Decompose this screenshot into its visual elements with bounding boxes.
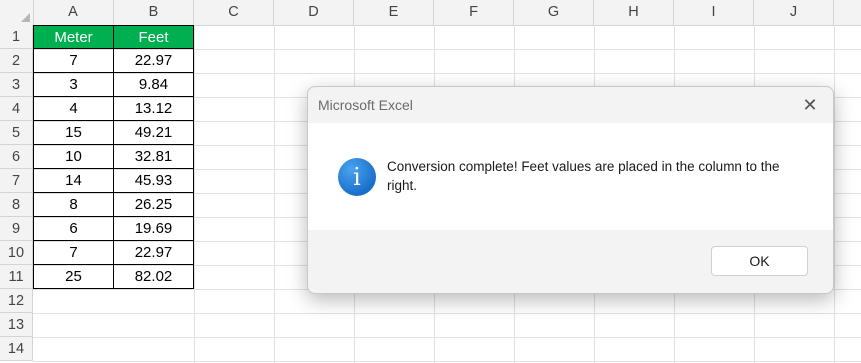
feet-cell[interactable]: 22.97 [114, 49, 194, 73]
row-header-8[interactable]: 8 [0, 193, 33, 217]
column-header-j[interactable]: J [754, 0, 834, 25]
row-header-14[interactable]: 14 [0, 337, 33, 361]
meter-cell[interactable]: 3 [33, 73, 114, 97]
select-all-icon [21, 13, 30, 22]
grid-line [33, 313, 861, 314]
feet-cell[interactable]: 45.93 [114, 169, 194, 193]
row-header-7[interactable]: 7 [0, 169, 33, 193]
feet-cell[interactable]: 32.81 [114, 145, 194, 169]
meter-cell[interactable]: 14 [33, 169, 114, 193]
feet-cell[interactable]: 22.97 [114, 241, 194, 265]
row-header-12[interactable]: 12 [0, 289, 33, 313]
meter-cell[interactable]: 4 [33, 97, 114, 121]
meter-cell[interactable]: 7 [33, 49, 114, 73]
meter-cell[interactable]: 15 [33, 121, 114, 145]
row-header-2[interactable]: 2 [0, 49, 33, 73]
feet-cell[interactable]: 9.84 [114, 73, 194, 97]
meter-cell[interactable]: 25 [33, 265, 114, 289]
feet-cell[interactable]: 13.12 [114, 97, 194, 121]
feet-cell[interactable]: 82.02 [114, 265, 194, 289]
meter-cell[interactable]: 6 [33, 217, 114, 241]
feet-cell[interactable]: 26.25 [114, 193, 194, 217]
dialog-body: i Conversion complete! Feet values are p… [308, 123, 833, 230]
column-header-b[interactable]: B [114, 0, 194, 25]
dialog-title: Microsoft Excel [318, 97, 413, 113]
feet-cell[interactable]: 49.21 [114, 121, 194, 145]
row-header-3[interactable]: 3 [0, 73, 33, 97]
dialog-message: Conversion complete! Feet values are pla… [387, 159, 780, 193]
meter-cell[interactable]: 8 [33, 193, 114, 217]
close-icon[interactable]: ✕ [799, 94, 821, 116]
meter-cell[interactable]: 7 [33, 241, 114, 265]
meter-cell[interactable]: 10 [33, 145, 114, 169]
message-dialog: Microsoft Excel ✕ i Conversion complete!… [307, 86, 834, 294]
header-cell-feet[interactable]: Feet [114, 25, 194, 49]
column-header-a[interactable]: A [33, 0, 114, 25]
row-header-9[interactable]: 9 [0, 217, 33, 241]
info-icon-glyph: i [353, 163, 361, 191]
ok-button[interactable]: OK [711, 246, 808, 276]
row-header-1[interactable]: 1 [0, 25, 33, 49]
grid-line [33, 337, 861, 338]
column-header-e[interactable]: E [354, 0, 434, 25]
column-header-c[interactable]: C [194, 0, 274, 25]
row-header-6[interactable]: 6 [0, 145, 33, 169]
row-header-10[interactable]: 10 [0, 241, 33, 265]
select-all-button[interactable] [0, 0, 34, 25]
row-header-13[interactable]: 13 [0, 313, 33, 337]
header-cell-meter[interactable]: Meter [33, 25, 114, 49]
grid-line [33, 361, 861, 362]
column-header-h[interactable]: H [594, 0, 674, 25]
column-header-g[interactable]: G [514, 0, 594, 25]
row-header-5[interactable]: 5 [0, 121, 33, 145]
feet-cell[interactable]: 19.69 [114, 217, 194, 241]
column-header-d[interactable]: D [274, 0, 354, 25]
row-header-11[interactable]: 11 [0, 265, 33, 289]
column-header-k[interactable] [834, 0, 861, 25]
info-icon: i [338, 158, 376, 196]
column-header-i[interactable]: I [674, 0, 754, 25]
row-header-4[interactable]: 4 [0, 97, 33, 121]
column-header-bar: A B C D E F G H I J [0, 0, 861, 26]
column-header-f[interactable]: F [434, 0, 514, 25]
